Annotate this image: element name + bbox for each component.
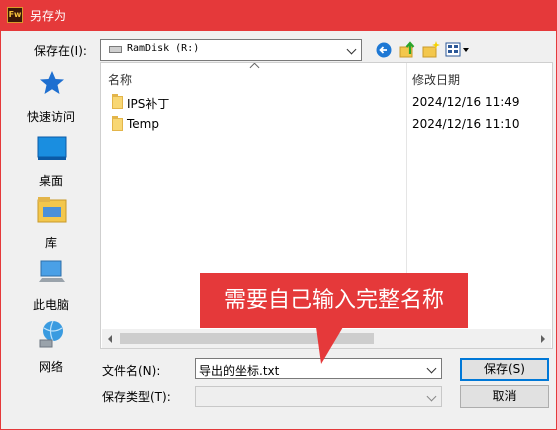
library-icon — [37, 197, 67, 223]
network-icon — [39, 320, 63, 348]
computer-icon — [39, 260, 65, 282]
chevron-down-icon — [346, 44, 357, 55]
chevron-down-icon — [426, 363, 437, 373]
annotation-callout: 需要自己输入完整名称 — [200, 273, 468, 328]
filetype-select[interactable] — [195, 386, 442, 407]
scroll-right-icon[interactable] — [541, 335, 545, 343]
place-network[interactable]: 网络 — [8, 320, 94, 378]
filename-value: 导出的坐标.txt — [199, 364, 280, 378]
star-icon — [40, 71, 64, 94]
up-folder-icon[interactable] — [399, 40, 417, 58]
scroll-left-icon[interactable] — [108, 335, 112, 343]
place-library[interactable]: 库 — [8, 196, 94, 254]
place-label: 此电脑 — [32, 298, 69, 312]
location-combo[interactable]: RamDisk (R:) — [100, 39, 362, 61]
view-menu-icon[interactable] — [445, 42, 473, 58]
place-this-pc[interactable]: 此电脑 — [8, 258, 94, 316]
places-bar: 快速访问 桌面 库 此电脑 网络 — [8, 62, 94, 387]
file-date: 2024/12/16 11:10 — [412, 117, 520, 131]
place-label: 库 — [44, 236, 57, 250]
place-label: 快速访问 — [26, 110, 75, 124]
folder-icon — [112, 94, 123, 109]
place-desktop[interactable]: 桌面 — [8, 134, 94, 192]
folder-icon — [112, 116, 123, 131]
location-value: RamDisk (R:) — [127, 43, 200, 54]
back-arrow-icon[interactable] — [376, 42, 392, 58]
place-label: 网络 — [38, 360, 63, 374]
save-in-label: 保存在(I): — [34, 44, 87, 58]
filename-label: 文件名(N): — [102, 364, 161, 378]
chevron-down-icon — [426, 391, 437, 401]
window-title: 另存为 — [30, 9, 67, 23]
sort-ascending-icon — [249, 63, 260, 73]
file-name: Temp — [127, 117, 159, 131]
column-header-name[interactable]: 名称 — [108, 71, 132, 88]
annotation-callout-pointer — [316, 327, 343, 364]
column-header-date[interactable]: 修改日期 — [412, 71, 460, 88]
file-name: IPS补丁 — [127, 97, 170, 111]
cancel-button[interactable]: 取消 — [460, 385, 549, 408]
title-bar[interactable]: Fw 另存为 — [0, 0, 557, 31]
place-label: 桌面 — [38, 174, 63, 188]
list-item[interactable]: IPS补丁 2024/12/16 11:49 — [101, 91, 552, 113]
list-item[interactable]: Temp 2024/12/16 11:10 — [101, 113, 552, 135]
desktop-icon — [37, 136, 67, 160]
new-folder-icon[interactable] — [422, 40, 440, 58]
app-icon: Fw — [7, 7, 23, 23]
place-quick-access[interactable]: 快速访问 — [8, 70, 94, 128]
drive-icon — [109, 46, 122, 53]
file-date: 2024/12/16 11:49 — [412, 95, 520, 109]
save-button[interactable]: 保存(S) — [460, 358, 549, 381]
filetype-label: 保存类型(T): — [102, 390, 171, 404]
